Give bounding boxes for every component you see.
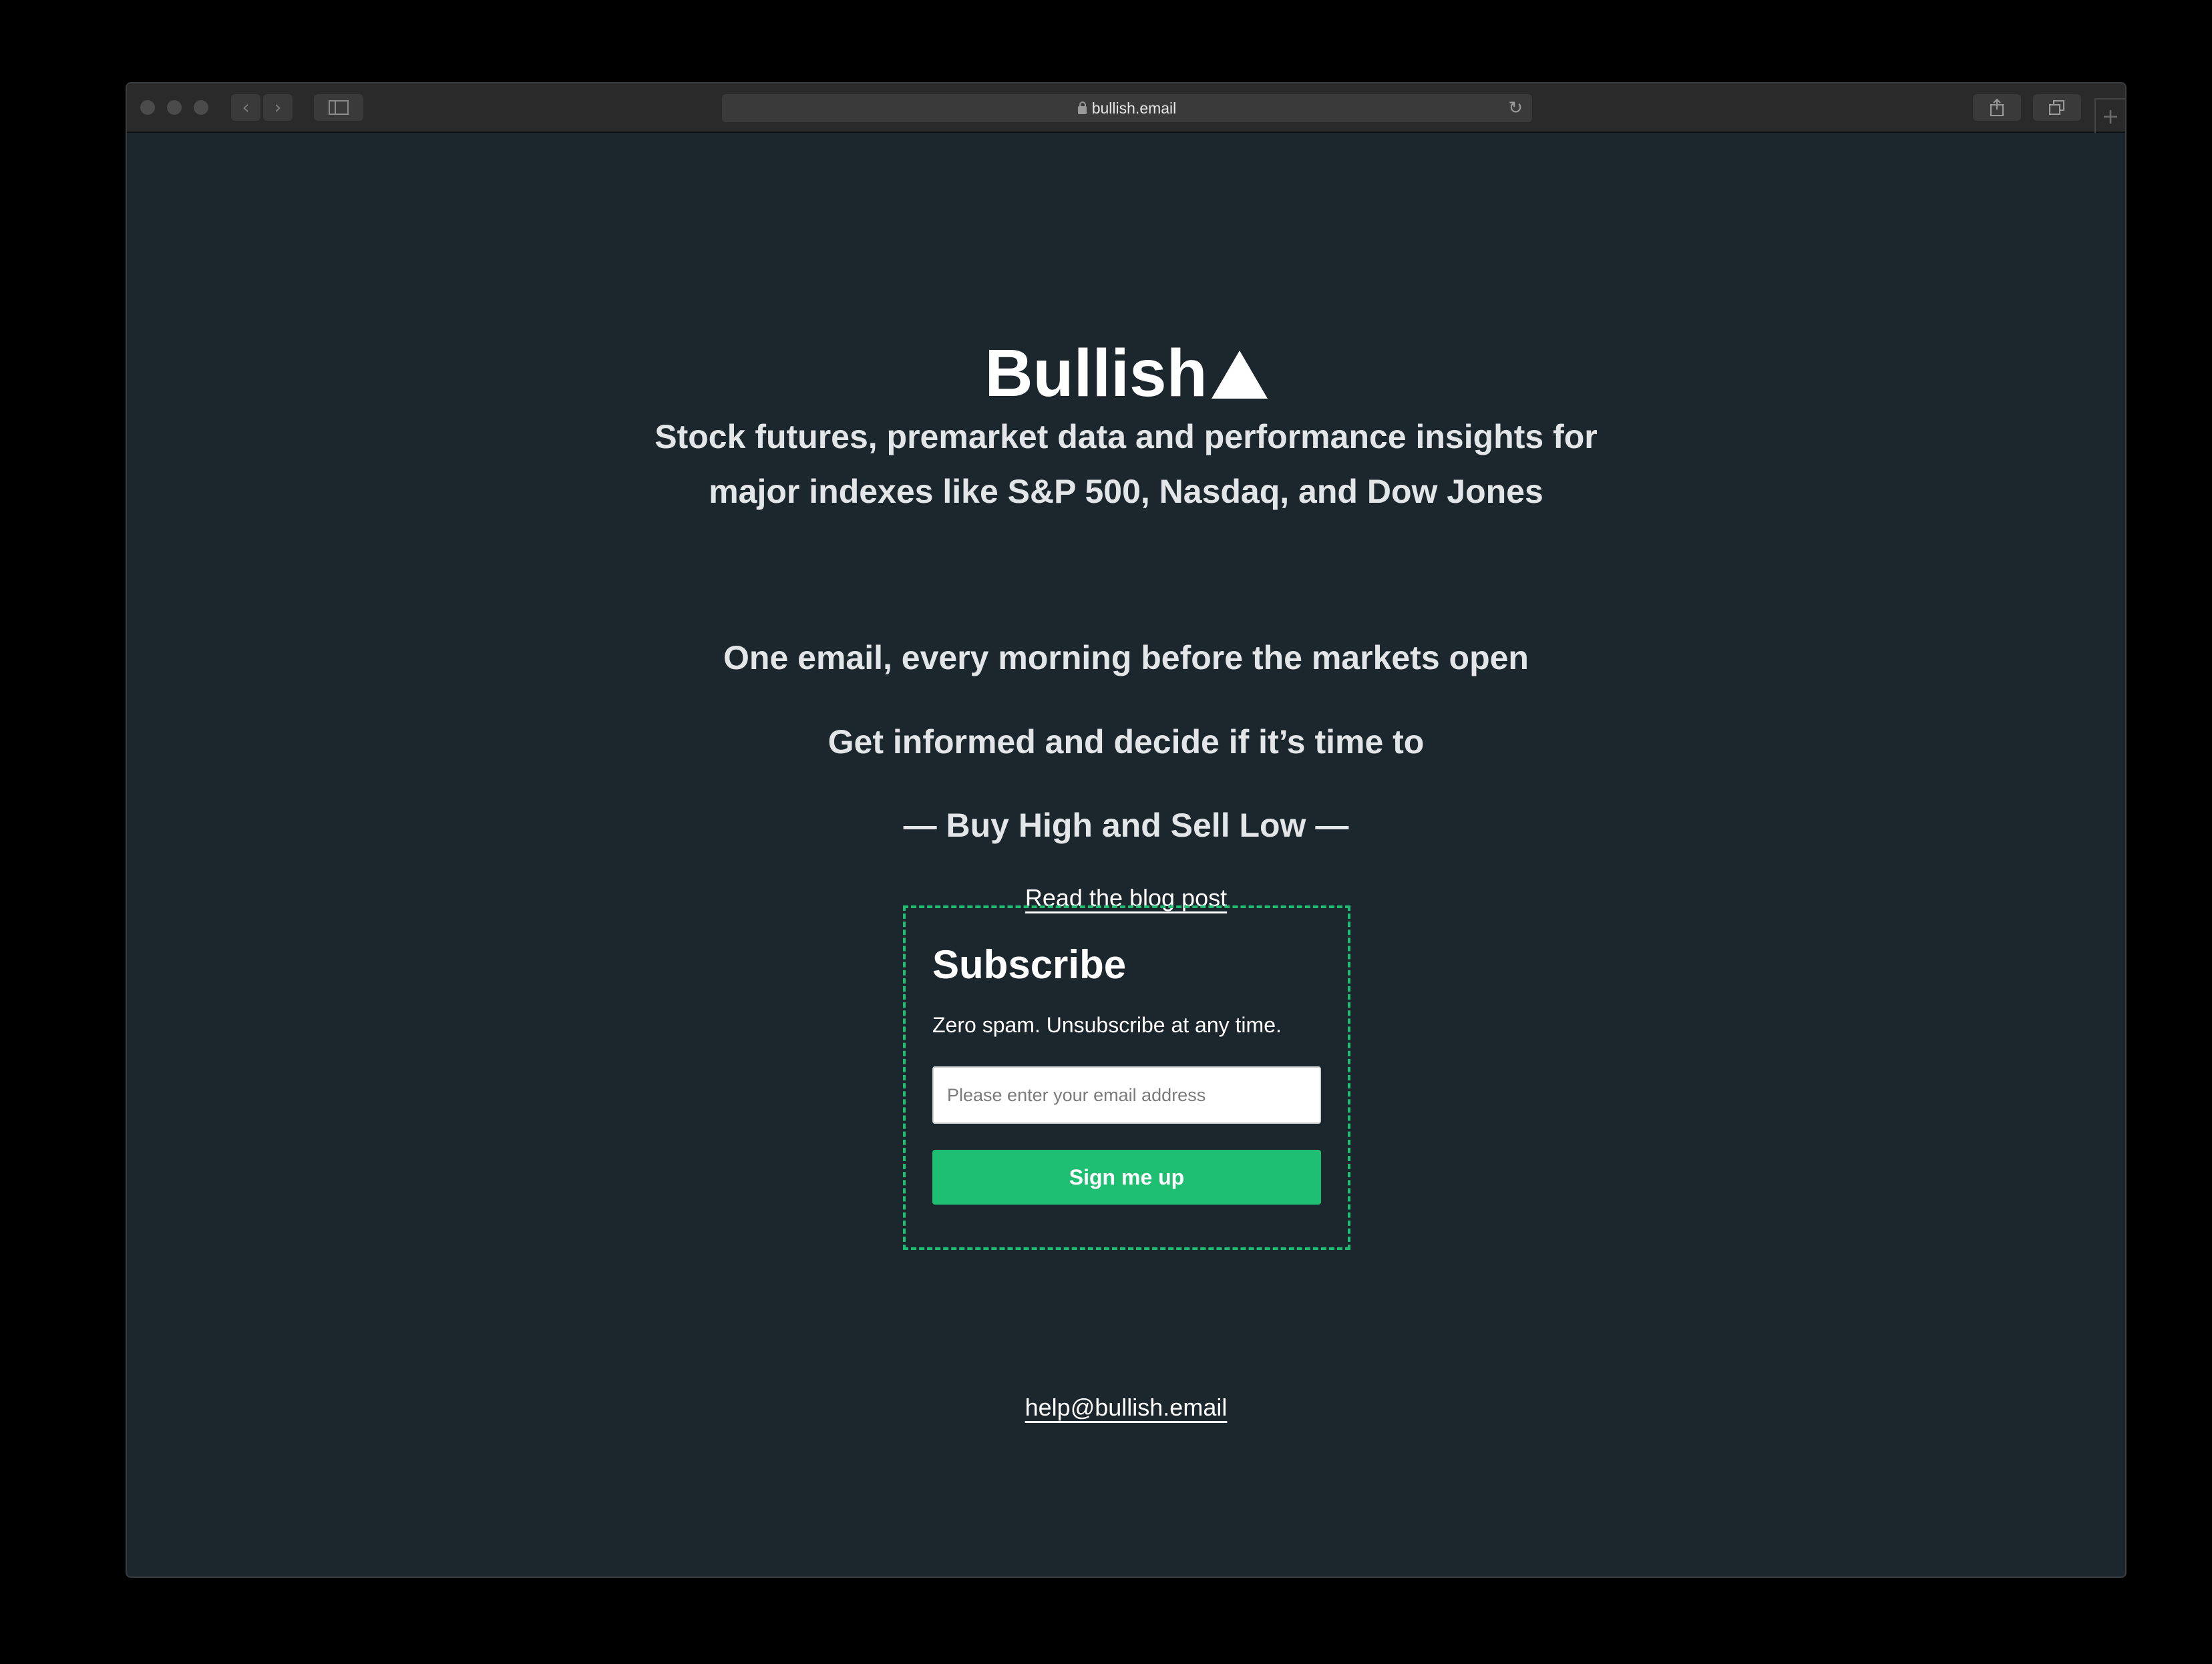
lock-icon <box>1077 101 1087 114</box>
minimize-window-button[interactable] <box>167 100 182 115</box>
tagline-line-1: Stock futures, premarket data and perfor… <box>655 418 1598 455</box>
url-text: bullish.email <box>1091 99 1177 117</box>
help-email-link[interactable]: help@bullish.email <box>1025 1394 1228 1421</box>
tagline-line-2: major indexes like S&P 500, Nasdaq, and … <box>709 473 1543 510</box>
subscribe-title: Subscribe <box>932 942 1127 987</box>
tagline-email: One email, every morning before the mark… <box>723 639 1529 676</box>
address-bar[interactable]: bullish.email ↻ <box>722 94 1532 122</box>
tabs-overview-button[interactable] <box>2033 94 2081 121</box>
forward-button[interactable]: › <box>263 94 293 121</box>
plus-icon: + <box>2101 103 2120 129</box>
zoom-window-button[interactable] <box>194 100 208 115</box>
subscribe-subtitle: Zero spam. Unsubscribe at any time. <box>932 1013 1282 1037</box>
back-button[interactable]: ‹ <box>231 94 260 121</box>
sidebar-icon <box>329 100 349 115</box>
share-icon <box>1990 98 2004 116</box>
share-button[interactable] <box>1973 94 2021 121</box>
new-tab-button[interactable]: + <box>2094 98 2125 133</box>
logo-text: Bullish <box>984 336 1208 411</box>
reload-icon[interactable]: ↻ <box>1508 94 1523 122</box>
logo: Bullish <box>127 333 2125 413</box>
browser-window: ‹ › bullish.email ↻ + Bullish Stock futu… <box>126 82 2127 1578</box>
chevron-right-icon: › <box>274 96 282 118</box>
chevron-left-icon: ‹ <box>242 96 250 118</box>
sign-up-button[interactable]: Sign me up <box>932 1150 1321 1205</box>
browser-toolbar: ‹ › bullish.email ↻ + <box>127 83 2125 133</box>
close-window-button[interactable] <box>140 100 155 115</box>
tagline-decide: Get informed and decide if it’s time to <box>827 723 1425 761</box>
triangle-up-icon <box>1211 351 1268 399</box>
tagline-motto: — Buy High and Sell Low — <box>903 807 1349 844</box>
email-input[interactable] <box>932 1066 1321 1124</box>
tabs-icon <box>2049 100 2064 115</box>
subscribe-form: Subscribe Zero spam. Unsubscribe at any … <box>903 905 1350 1250</box>
tagline-intro: Stock futures, premarket data and perfor… <box>127 409 2125 519</box>
sidebar-button[interactable] <box>314 94 363 121</box>
page-content: Bullish Stock futures, premarket data an… <box>127 133 2125 1577</box>
